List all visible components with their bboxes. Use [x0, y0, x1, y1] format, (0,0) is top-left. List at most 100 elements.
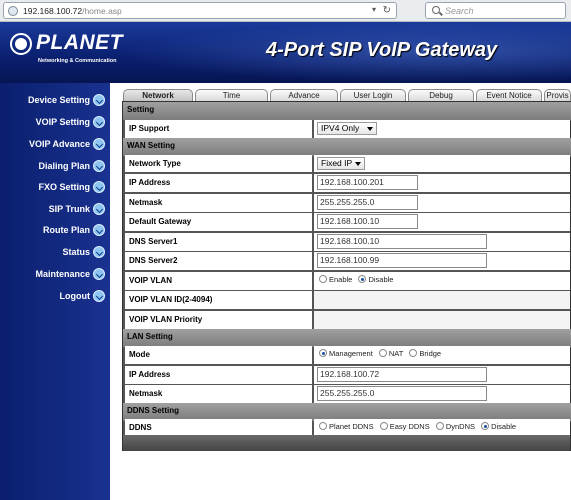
ip-address-input[interactable]: 192.168.100.201: [317, 175, 418, 190]
field-label: Netmask: [125, 194, 312, 212]
row-ip-address: IP Address 192.168.100.201: [123, 173, 571, 193]
chevron-down-icon: [93, 268, 105, 280]
address-bar[interactable]: 192.168.100.72/home.asp ▾ ↻: [3, 2, 397, 19]
network-type-select[interactable]: Fixed IP: [317, 157, 365, 170]
mode-bridge-radio[interactable]: Bridge: [409, 349, 441, 358]
field-label: Network Type: [125, 155, 312, 172]
field-label: VOIP VLAN: [125, 272, 312, 290]
field-label: DNS Server1: [125, 233, 312, 251]
chevron-down-icon: [93, 138, 105, 150]
field-value: [314, 291, 570, 309]
field-value: IPV4 Only: [314, 120, 570, 138]
chevron-down-icon: [93, 160, 105, 172]
dropdown-arrow-icon[interactable]: ▾: [372, 5, 376, 14]
main-content: Network Time Advance User Login Debug Ev…: [110, 83, 571, 500]
search-icon: [432, 6, 440, 14]
sidebar-item-status[interactable]: Status: [0, 242, 110, 262]
sidebar-item-fxo-setting[interactable]: FXO Setting: [0, 177, 110, 197]
row-dns-server2: DNS Server2 192.168.100.99: [123, 251, 571, 271]
mode-management-radio[interactable]: Management: [319, 349, 373, 358]
section-title: LAN Setting: [127, 332, 173, 341]
field-label: Default Gateway: [125, 213, 312, 231]
row-network-type: Network Type Fixed IP: [123, 154, 571, 173]
mode-radio-group: Management NAT Bridge: [319, 349, 445, 358]
field-value: 255.255.255.0: [314, 194, 570, 212]
field-label: Netmask: [125, 385, 312, 403]
dns-server2-input[interactable]: 192.168.100.99: [317, 253, 487, 268]
field-label: IP Address: [125, 174, 312, 192]
chevron-down-icon: [93, 116, 105, 128]
sidebar-item-label: SIP Trunk: [48, 204, 90, 214]
row-voip-vlan-id: VOIP VLAN ID(2-4094): [123, 290, 571, 310]
sidebar-item-logout[interactable]: Logout: [0, 286, 110, 306]
lan-netmask-input[interactable]: 255.255.255.0: [317, 386, 487, 401]
sidebar-item-route-plan[interactable]: Route Plan: [0, 220, 110, 240]
planet-logo: PLANET Networking & Communication: [10, 31, 123, 75]
logo-text: PLANET: [36, 31, 123, 54]
field-value: 192.168.100.72: [314, 366, 570, 384]
header-banner: PLANET Networking & Communication 4-Port…: [0, 22, 571, 83]
page-title: 4-Port SIP VoIP Gateway: [266, 39, 498, 61]
default-gateway-input[interactable]: 192.168.100.10: [317, 214, 418, 229]
sidebar-item-maintenance[interactable]: Maintenance: [0, 264, 110, 284]
field-value: 192.168.100.201: [314, 174, 570, 192]
sidebar-item-label: Dialing Plan: [38, 161, 90, 171]
sidebar-item-label: FXO Setting: [38, 182, 91, 192]
search-box[interactable]: Search: [425, 2, 566, 19]
ddns-radio-group: Planet DDNS Easy DDNS DynDNS Disable: [319, 422, 520, 431]
voip-vlan-disable-radio[interactable]: Disable: [358, 275, 393, 284]
row-netmask: Netmask 255.255.255.0: [123, 193, 571, 213]
field-label: IP Support: [125, 120, 312, 138]
sidebar-item-voip-advance[interactable]: VOIP Advance: [0, 134, 110, 154]
section-title: WAN Setting: [127, 141, 175, 150]
chevron-down-icon: [93, 94, 105, 106]
ddns-easy-radio[interactable]: Easy DDNS: [379, 422, 430, 431]
section-title: DDNS Setting: [127, 406, 179, 415]
field-label: VOIP VLAN ID(2-4094): [125, 291, 312, 309]
sidebar-item-dialing-plan[interactable]: Dialing Plan: [0, 156, 110, 176]
ddns-disable-radio[interactable]: Disable: [481, 422, 516, 431]
field-label: DNS Server2: [125, 252, 312, 270]
voip-vlan-radio-group: Enable Disable: [319, 275, 397, 284]
sidebar-item-label: Logout: [59, 291, 91, 301]
field-label: VOIP VLAN Priority: [125, 311, 312, 329]
field-value: 192.168.100.99: [314, 252, 570, 270]
search-placeholder: Search: [445, 6, 474, 16]
field-value: 192.168.100.10: [314, 233, 570, 251]
row-mode: Mode Management NAT Bridge: [123, 345, 571, 365]
browser-toolbar: 192.168.100.72/home.asp ▾ ↻ Search: [0, 0, 571, 22]
ddns-dyndns-radio[interactable]: DynDNS: [435, 422, 475, 431]
netmask-input[interactable]: 255.255.255.0: [317, 195, 418, 210]
field-value: Enable Disable: [314, 272, 570, 290]
sidebar-item-voip-setting[interactable]: VOIP Setting: [0, 112, 110, 132]
sidebar-item-label: Route Plan: [42, 225, 90, 235]
sidebar: Device Setting VOIP Setting VOIP Advance…: [0, 83, 110, 500]
row-lan-ip-address: IP Address 192.168.100.72: [123, 365, 571, 385]
row-dns-server1: DNS Server1 192.168.100.10: [123, 232, 571, 252]
field-value: Management NAT Bridge: [314, 346, 570, 364]
dns-server1-input[interactable]: 192.168.100.10: [317, 234, 487, 249]
chevron-down-icon: [93, 290, 105, 302]
row-default-gateway: Default Gateway 192.168.100.10: [123, 212, 571, 232]
lan-ip-address-input[interactable]: 192.168.100.72: [317, 367, 487, 382]
row-ip-support: IP Support IPV4 Only: [123, 119, 571, 139]
voip-vlan-enable-radio[interactable]: Enable: [319, 275, 352, 284]
chevron-down-icon: [93, 181, 105, 193]
ip-support-select[interactable]: IPV4 Only: [317, 122, 377, 135]
sidebar-item-device-setting[interactable]: Device Setting: [0, 90, 110, 110]
sidebar-item-label: VOIP Advance: [28, 139, 90, 149]
section-title: Setting: [127, 105, 155, 114]
ddns-planet-radio[interactable]: Planet DDNS: [319, 422, 374, 431]
sidebar-item-label: VOIP Setting: [35, 117, 90, 127]
address-url: 192.168.100.72/home.asp: [23, 6, 122, 16]
mode-nat-radio[interactable]: NAT: [378, 349, 403, 358]
reload-icon[interactable]: ↻: [383, 5, 391, 16]
sidebar-item-sip-trunk[interactable]: SIP Trunk: [0, 199, 110, 219]
row-voip-vlan-priority: VOIP VLAN Priority: [123, 310, 571, 330]
logo-tagline: Networking & Communication: [38, 58, 117, 64]
chevron-down-icon: [93, 246, 105, 258]
field-label: Mode: [125, 346, 312, 364]
globe-icon: [8, 6, 18, 16]
sidebar-item-label: Status: [62, 247, 90, 257]
panel-footer: [123, 435, 570, 451]
